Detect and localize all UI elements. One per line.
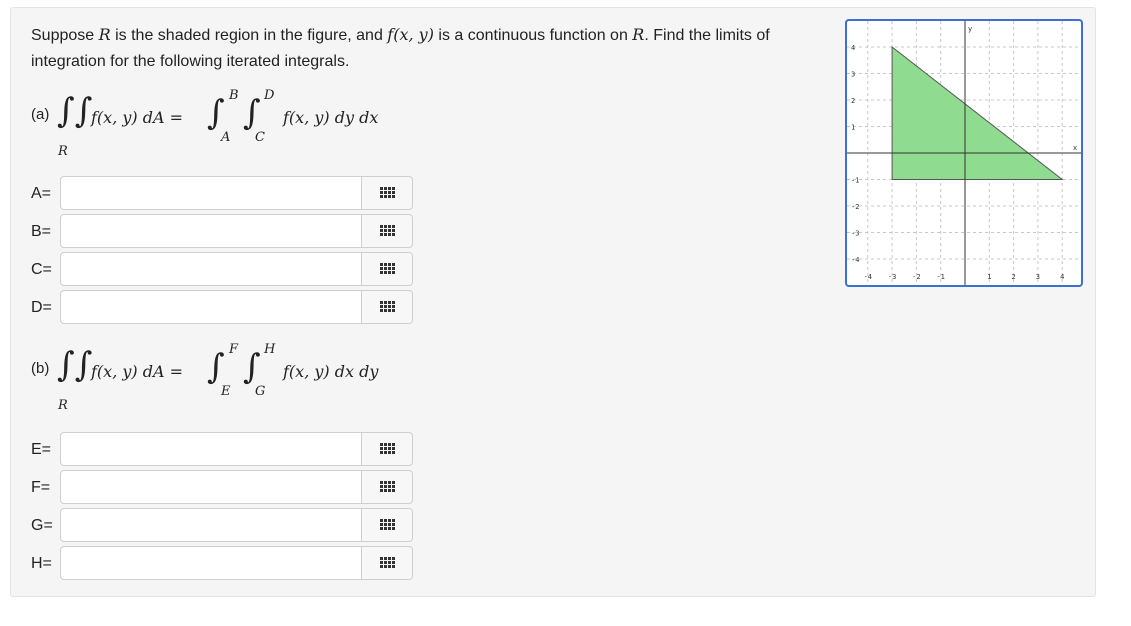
limit-B: B (229, 88, 239, 103)
matrix-button-B[interactable] (362, 214, 413, 248)
y-tick-label: -4 (851, 256, 859, 264)
limit-F: F (229, 342, 239, 357)
label-H: H= (31, 555, 52, 572)
x-tick-label: -2 (912, 273, 920, 281)
matrix-button-A[interactable] (362, 176, 413, 210)
answer-input-C[interactable] (60, 252, 362, 286)
answer-input-H[interactable] (60, 546, 362, 580)
label-E: E= (31, 441, 52, 458)
x-tick-label: 3 (1036, 273, 1040, 281)
outer-integral-sign: ∫ (207, 93, 225, 133)
label-D: D= (31, 299, 52, 316)
graph-canvas: -4 -3 -2 -1 1 2 3 4 4 3 2 1 -1 -2 -3 -4 x y (847, 21, 1081, 285)
matrix-button-G[interactable] (362, 508, 413, 542)
matrix-button-D[interactable] (362, 290, 413, 324)
label-F: F= (31, 479, 51, 496)
x-tick-label: -1 (936, 273, 944, 281)
grid-icon (379, 480, 395, 494)
grid-icon (379, 224, 395, 238)
lhs-integrand: f(x, y) dA = (91, 362, 184, 381)
formula-a: (a) ∫∫ R f(x, y) dA = ∫ B A ∫ D C f(x, y… (31, 88, 431, 159)
double-integral-sign: ∫∫ (57, 91, 93, 131)
lhs-integrand: f(x, y) dA = (91, 108, 184, 127)
limit-E: E (221, 384, 231, 399)
outer-integral-sign: ∫ (207, 347, 225, 387)
limit-C: C (255, 130, 265, 145)
double-integral-sign: ∫∫ (57, 345, 93, 385)
label-G: G= (31, 517, 53, 534)
y-tick-label: -2 (851, 203, 859, 211)
matrix-button-C[interactable] (362, 252, 413, 286)
shaded-region (891, 45, 1064, 180)
matrix-button-E[interactable] (362, 432, 413, 466)
part-a-label: (a) (31, 106, 50, 123)
grid-icon (379, 556, 395, 570)
grid-icon (379, 518, 395, 532)
y-axis-label: y (968, 25, 972, 33)
formula-b: (b) ∫∫ R f(x, y) dA = ∫ F E ∫ H G f(x, y… (31, 342, 431, 413)
limit-D: D (264, 88, 275, 103)
y-tick-label: 3 (851, 71, 855, 79)
limit-H: H (264, 342, 276, 357)
x-tick-label: 2 (1011, 273, 1015, 281)
matrix-button-H[interactable] (362, 546, 413, 580)
answer-input-E[interactable] (60, 432, 362, 466)
matrix-button-F[interactable] (362, 470, 413, 504)
grid-icon (379, 262, 395, 276)
answer-input-A[interactable] (60, 176, 362, 210)
y-tick-label: -3 (851, 230, 859, 238)
grid-icon (379, 300, 395, 314)
answer-input-G[interactable] (60, 508, 362, 542)
answer-input-B[interactable] (60, 214, 362, 248)
question-text: Suppose R is the shaded region in the fi… (31, 25, 770, 70)
answer-input-F[interactable] (60, 470, 362, 504)
x-tick-label: -4 (864, 273, 872, 281)
grid-icon (379, 186, 395, 200)
region-label: R (58, 398, 68, 413)
region-graph: -4 -3 -2 -1 1 2 3 4 4 3 2 1 -1 -2 -3 -4 x y (845, 19, 1083, 287)
rhs-integrand: f(x, y) dx dy (283, 362, 379, 381)
y-tick-label: 4 (851, 44, 855, 52)
label-A: A= (31, 185, 52, 202)
inner-integral-sign: ∫ (243, 347, 261, 387)
limit-A: A (221, 130, 231, 145)
y-tick-label: -1 (851, 177, 859, 185)
inner-integral-sign: ∫ (243, 93, 261, 133)
rhs-integrand: f(x, y) dy dx (283, 108, 379, 127)
y-tick-label: 1 (851, 124, 855, 132)
label-B: B= (31, 223, 52, 240)
label-C: C= (31, 261, 52, 278)
x-tick-label: 1 (987, 273, 991, 281)
x-tick-label: 4 (1060, 273, 1064, 281)
region-label: R (58, 144, 68, 159)
y-tick-label: 2 (851, 97, 855, 105)
x-tick-label: -3 (888, 273, 896, 281)
part-b-label: (b) (31, 360, 50, 377)
x-axis-label: x (1073, 144, 1077, 152)
answer-input-D[interactable] (60, 290, 362, 324)
limit-G: G (255, 384, 266, 399)
grid-icon (379, 442, 395, 456)
